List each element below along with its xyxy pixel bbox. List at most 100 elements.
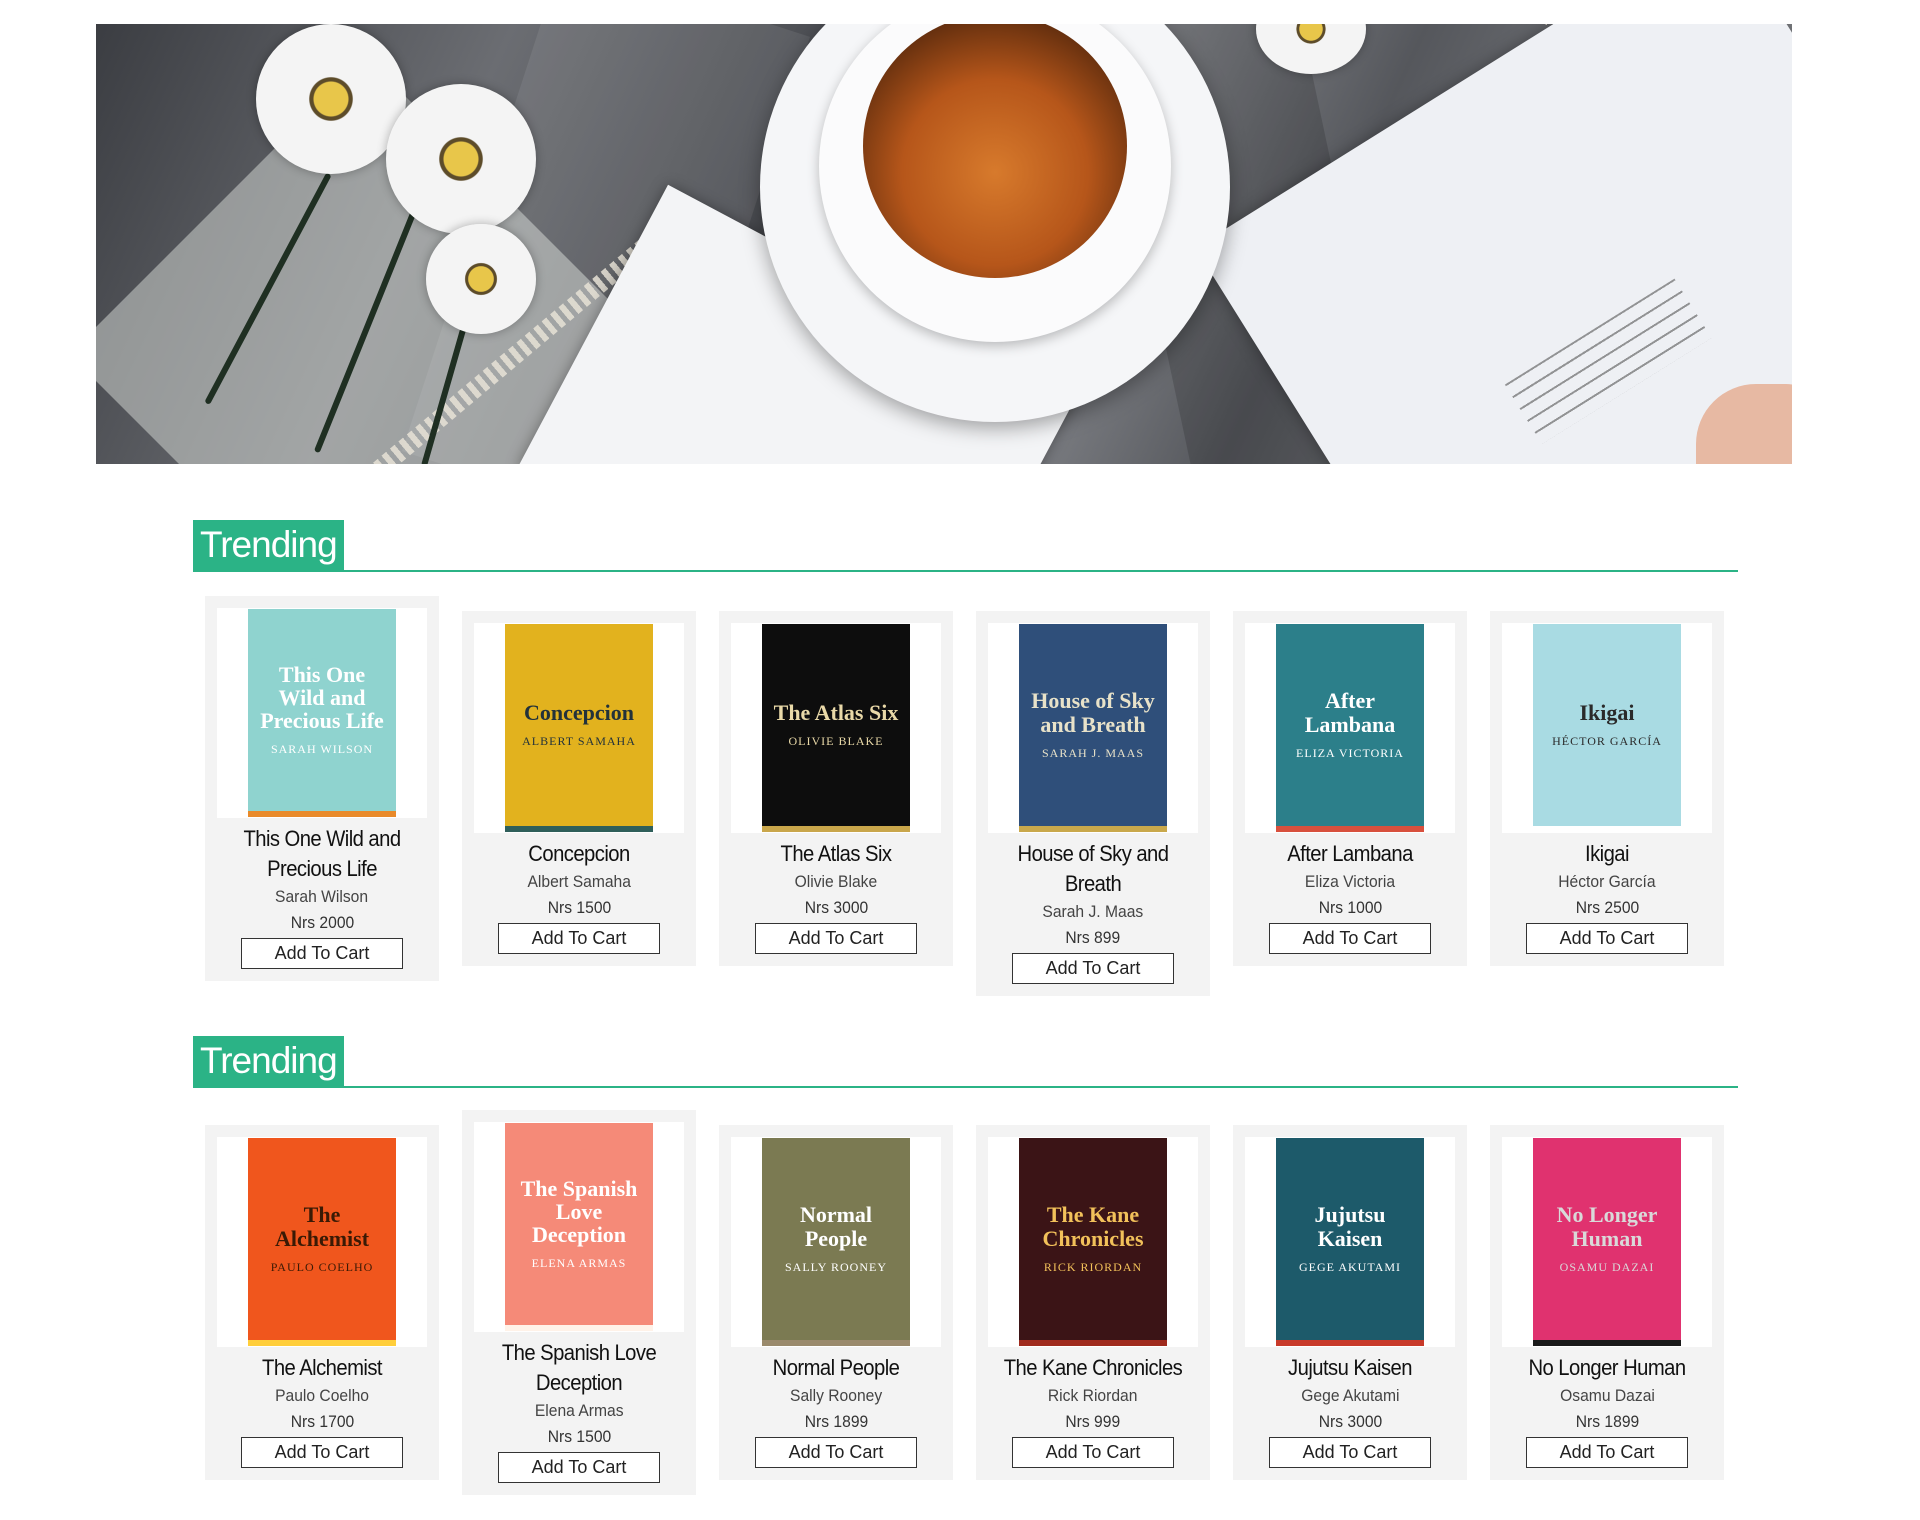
cover-author-text: Sarah Wilson <box>270 742 374 757</box>
cover-author-text: Rick Riordan <box>1043 1259 1143 1274</box>
book-title[interactable]: The Atlas Six <box>734 839 938 869</box>
book-card[interactable]: No Longer Human Osamu Dazai No Longer Hu… <box>1490 1125 1724 1480</box>
add-to-cart-button[interactable]: Add To Cart <box>1526 923 1688 954</box>
book-card[interactable]: Normal People Sally Rooney Normal People… <box>719 1125 953 1480</box>
book-card[interactable]: Jujutsu Kaisen Gege Akutami Jujutsu Kais… <box>1233 1125 1467 1480</box>
cover-title-text: No Longer Human <box>1556 1202 1658 1251</box>
section-header: Trending <box>193 520 1738 572</box>
book-cover-image[interactable]: The Kane Chronicles Rick Riordan <box>1019 1138 1167 1346</box>
book-cover-image[interactable]: After Lambana Eliza Victoria <box>1276 624 1424 832</box>
cover-author-text: Olivie Blake <box>788 734 884 749</box>
book-cover-frame: The Spanish Love Deception Elena Armas <box>474 1122 684 1332</box>
cover-author-text: Sally Rooney <box>784 1259 888 1274</box>
book-row: This One Wild and Precious Life Sarah Wi… <box>205 596 1725 996</box>
book-author: Paulo Coelho <box>275 1386 369 1405</box>
hero-tea <box>863 24 1127 278</box>
book-cover-image[interactable]: The Alchemist Paulo Coelho <box>248 1138 396 1346</box>
book-author: Eliza Victoria <box>1304 872 1396 891</box>
book-card[interactable]: This One Wild and Precious Life Sarah Wi… <box>205 596 439 981</box>
book-title[interactable]: Concepcion <box>477 839 681 869</box>
cover-author-text: Paulo Coelho <box>270 1259 374 1274</box>
book-author: Elena Armas <box>534 1401 624 1420</box>
book-cover-image[interactable]: Jujutsu Kaisen Gege Akutami <box>1276 1138 1424 1346</box>
book-card[interactable]: The Atlas Six Olivie Blake The Atlas Six… <box>719 611 953 966</box>
book-card[interactable]: The Spanish Love Deception Elena Armas T… <box>462 1110 696 1495</box>
book-price: Nrs 1500 <box>547 898 611 917</box>
book-row: The Alchemist Paulo Coelho The Alchemist… <box>205 1110 1725 1510</box>
book-author: Sally Rooney <box>789 1386 883 1405</box>
book-author: Albert Samaha <box>527 872 631 891</box>
book-author: Sarah Wilson <box>275 887 369 906</box>
cover-author-text: Elena Armas <box>531 1256 627 1271</box>
cover-title-text: This One Wild and Precious Life <box>260 661 384 734</box>
cover-title-text: The Kane Chronicles <box>1042 1202 1144 1251</box>
book-cover-image[interactable]: The Spanish Love Deception Elena Armas <box>505 1123 653 1331</box>
book-cover-frame: The Alchemist Paulo Coelho <box>217 1137 427 1347</box>
hero-flower <box>256 24 406 174</box>
book-title[interactable]: Normal People <box>734 1353 938 1383</box>
book-price: Nrs 1899 <box>804 1412 868 1431</box>
add-to-cart-button[interactable]: Add To Cart <box>1012 1437 1174 1468</box>
section-header: Trending <box>193 1036 1738 1088</box>
book-title[interactable]: The Spanish Love Deception <box>477 1338 681 1398</box>
book-cover-image[interactable]: Normal People Sally Rooney <box>762 1138 910 1346</box>
add-to-cart-button[interactable]: Add To Cart <box>755 1437 917 1468</box>
cover-author-text: Albert Samaha <box>522 734 636 749</box>
book-card[interactable]: The Kane Chronicles Rick Riordan The Kan… <box>976 1125 1210 1480</box>
hero-banner <box>96 24 1792 464</box>
add-to-cart-button[interactable]: Add To Cart <box>241 1437 403 1468</box>
book-card[interactable]: Ikigai Héctor García Ikigai Héctor Garcí… <box>1490 611 1724 966</box>
book-cover-frame: This One Wild and Precious Life Sarah Wi… <box>217 608 427 818</box>
add-to-cart-button[interactable]: Add To Cart <box>755 923 917 954</box>
book-title[interactable]: The Kane Chronicles <box>991 1353 1195 1383</box>
book-cover-image[interactable]: The Atlas Six Olivie Blake <box>762 624 910 832</box>
cover-title-text: The Atlas Six <box>773 699 899 725</box>
book-price: Nrs 2500 <box>1575 898 1639 917</box>
add-to-cart-button[interactable]: Add To Cart <box>241 938 403 969</box>
book-title[interactable]: The Alchemist <box>220 1353 424 1383</box>
add-to-cart-button[interactable]: Add To Cart <box>1526 1437 1688 1468</box>
cover-title-text: After Lambana <box>1304 688 1396 737</box>
book-cover-image[interactable]: Ikigai Héctor García <box>1533 624 1681 832</box>
book-card[interactable]: The Alchemist Paulo Coelho The Alchemist… <box>205 1125 439 1480</box>
book-card[interactable]: House of Sky and Breath Sarah J. Maas Ho… <box>976 611 1210 996</box>
book-author: Osamu Dazai <box>1559 1386 1655 1405</box>
book-price: Nrs 3000 <box>1318 1412 1382 1431</box>
book-title[interactable]: House of Sky and Breath <box>991 839 1195 899</box>
book-card[interactable]: After Lambana Eliza Victoria After Lamba… <box>1233 611 1467 966</box>
book-cover-frame: No Longer Human Osamu Dazai <box>1502 1137 1712 1347</box>
book-title[interactable]: Jujutsu Kaisen <box>1248 1353 1452 1383</box>
book-author: Gege Akutami <box>1300 1386 1400 1405</box>
add-to-cart-button[interactable]: Add To Cart <box>1012 953 1174 984</box>
book-title[interactable]: This One Wild and Precious Life <box>220 824 424 884</box>
book-title[interactable]: No Longer Human <box>1505 1353 1709 1383</box>
cover-author-text: Osamu Dazai <box>1559 1259 1655 1274</box>
add-to-cart-button[interactable]: Add To Cart <box>1269 923 1431 954</box>
book-author: Héctor García <box>1558 872 1656 891</box>
book-cover-image[interactable]: House of Sky and Breath Sarah J. Maas <box>1019 624 1167 832</box>
cover-title-text: The Alchemist <box>274 1202 370 1251</box>
add-to-cart-button[interactable]: Add To Cart <box>1269 1437 1431 1468</box>
book-cover-frame: After Lambana Eliza Victoria <box>1245 623 1455 833</box>
book-cover-frame: The Atlas Six Olivie Blake <box>731 623 941 833</box>
book-cover-frame: Jujutsu Kaisen Gege Akutami <box>1245 1137 1455 1347</box>
book-title[interactable]: After Lambana <box>1248 839 1452 869</box>
hero-flower <box>426 224 536 334</box>
book-cover-frame: Ikigai Héctor García <box>1502 623 1712 833</box>
book-title[interactable]: Ikigai <box>1505 839 1709 869</box>
book-price: Nrs 3000 <box>804 898 868 917</box>
cover-title-text: House of Sky and Breath <box>1031 688 1155 737</box>
cover-author-text: Sarah J. Maas <box>1041 745 1145 760</box>
cover-title-text: Ikigai <box>1579 699 1635 725</box>
add-to-cart-button[interactable]: Add To Cart <box>498 1452 660 1483</box>
book-cover-image[interactable]: Concepcion Albert Samaha <box>505 624 653 832</box>
cover-title-text: Concepcion <box>524 699 634 725</box>
add-to-cart-button[interactable]: Add To Cart <box>498 923 660 954</box>
hero-flower <box>386 84 536 234</box>
book-card[interactable]: Concepcion Albert Samaha Concepcion Albe… <box>462 611 696 966</box>
book-price: Nrs 1000 <box>1318 898 1382 917</box>
book-cover-image[interactable]: No Longer Human Osamu Dazai <box>1533 1138 1681 1346</box>
book-price: Nrs 899 <box>1065 928 1121 947</box>
book-cover-frame: Concepcion Albert Samaha <box>474 623 684 833</box>
book-cover-image[interactable]: This One Wild and Precious Life Sarah Wi… <box>248 609 396 817</box>
